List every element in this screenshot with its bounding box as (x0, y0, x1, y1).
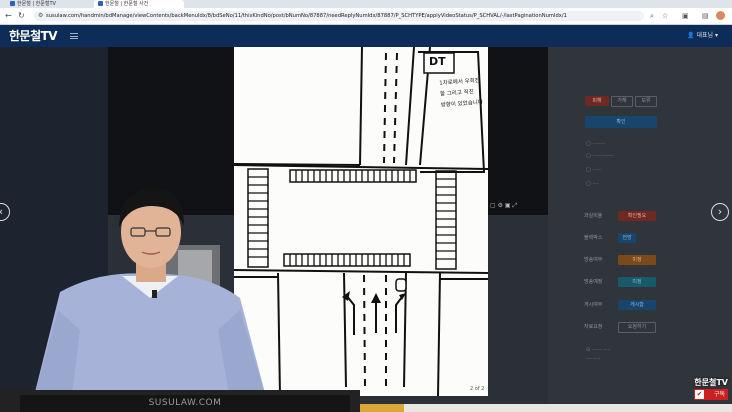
profile-icon[interactable] (716, 11, 725, 20)
star-icon[interactable]: ☆ (662, 11, 668, 21)
page-counter: 2 of 2 (470, 386, 485, 392)
meta-line: ▢ ······ (586, 167, 602, 173)
sidebar-row-button[interactable]: 게시함 (618, 300, 656, 310)
bottom-strip (404, 404, 732, 412)
sidebar-row-label: 방송예정 (584, 279, 603, 285)
meta-line: ▢ ········ (586, 141, 606, 147)
browser-tab-2[interactable]: 한문철 | 한문철 사건 (94, 0, 184, 8)
tab-label: 한문철 | 한문철 사건 (105, 1, 149, 7)
presenter-figure (30, 188, 270, 412)
meta-line: ▢ ···· (586, 181, 599, 187)
extension-icon[interactable]: ▣ (682, 11, 689, 21)
desk-sign: SUSULAW.COM (20, 395, 350, 412)
back-icon[interactable]: ← (5, 10, 12, 22)
tab-hold[interactable]: 보류 (635, 96, 657, 107)
url-field[interactable]: susulaw.com/handmin/bdManage/viewContent… (34, 11, 644, 21)
next-arrow-icon[interactable]: › (711, 203, 729, 221)
zoom-icon[interactable]: ⌕ (650, 11, 654, 21)
reload-icon[interactable]: ↻ (18, 10, 25, 22)
sidebar-row-button[interactable]: 요청하기 (618, 322, 656, 333)
handwritten-note: 1차로에서 우회전 할 그리고 직진 방향이 있었습니다 (439, 75, 489, 111)
tab-favicon (10, 1, 15, 6)
sidebar-row-button[interactable]: 미정 (618, 255, 656, 265)
browser-tabstrip: 한문철 | 한문철TV 한문철 | 한문철 사건 (0, 0, 732, 8)
channel-watermark: 한문철TV (694, 378, 728, 387)
subscribe-button[interactable]: ✔ 구독 (694, 389, 728, 400)
user-menu[interactable]: 👤 대표님 ▾ (687, 30, 718, 42)
confirm-button[interactable]: 확인 (585, 116, 657, 128)
sidebar-row-button[interactable]: 미정 (618, 277, 656, 287)
sidebar-icon[interactable]: ▤ (702, 11, 709, 21)
dt-sign-label: DT (429, 55, 446, 68)
tab-label: 한문철 | 한문철TV (17, 1, 56, 7)
check-icon: ✔ (695, 390, 704, 399)
sidebar-row-label: 자료요청 (584, 324, 603, 330)
address-bar-row: ← ↻ susulaw.com/handmin/bdManage/viewCon… (0, 8, 732, 25)
bottom-strip (360, 404, 404, 412)
site-logo[interactable]: 한문철TV (9, 28, 58, 44)
sidebar-row-label: 블랙박스 (584, 235, 603, 241)
site-info-icon[interactable]: ⚙ (38, 11, 43, 21)
sidebar-row-label: 과실비율 (584, 213, 603, 219)
video-controls-icon[interactable]: ▢ ⚙ ▣ ⤢ (490, 202, 517, 210)
browser-tab-1[interactable]: 한문철 | 한문철TV (6, 0, 88, 8)
sidebar-row-label: 게시여부 (584, 302, 603, 308)
subscribe-label: 구독 (713, 391, 725, 398)
site-header: 한문철TV 👤 대표님 ▾ (0, 25, 732, 47)
sidebar-row-label: 방송여부 (584, 257, 603, 263)
meta-line: ······-·· (586, 356, 601, 362)
tab-offender[interactable]: 가해 (611, 96, 633, 107)
sidebar-row-button[interactable]: 전방 (618, 233, 636, 243)
menu-icon[interactable] (70, 33, 78, 39)
meta-line: ⊙ ······ ····· (586, 347, 611, 353)
tab-victim[interactable]: 피해 (585, 96, 609, 106)
tab-favicon (98, 1, 103, 6)
meta-line: ▢ ·······-··-·· (586, 153, 614, 159)
sidebar-row-button[interactable]: 확인필요 (618, 211, 656, 221)
